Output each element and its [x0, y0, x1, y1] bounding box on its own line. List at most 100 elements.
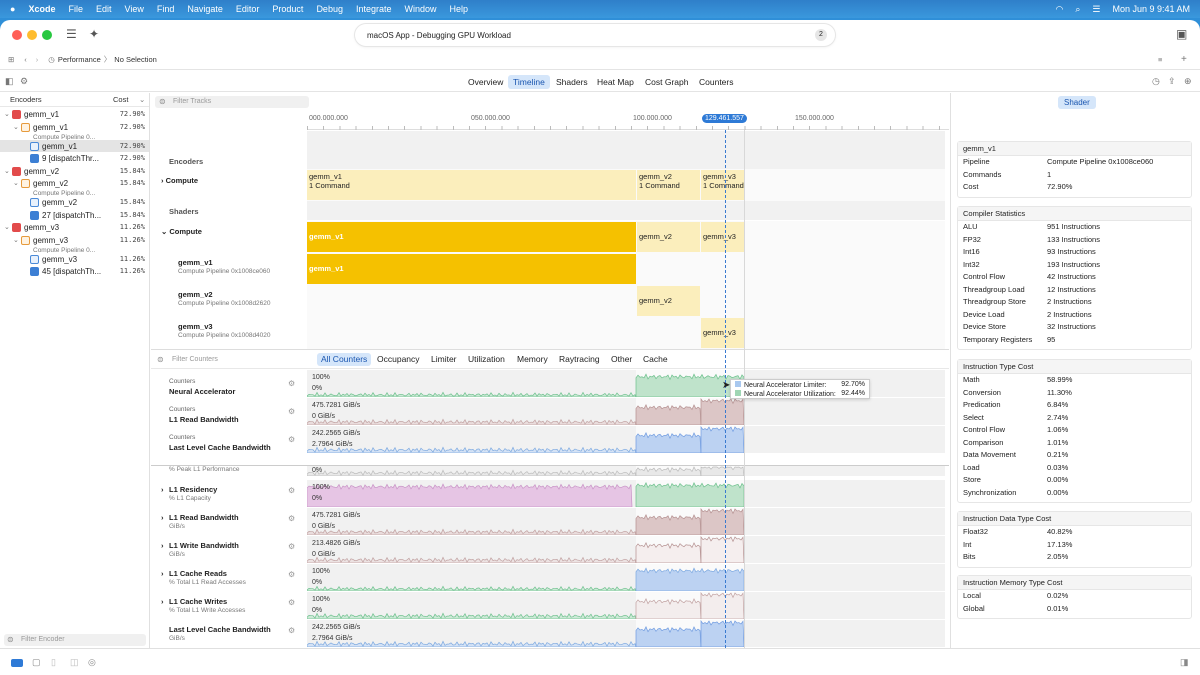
counter-graph[interactable] [307, 480, 945, 507]
breadcrumb-performance[interactable]: Performance [58, 55, 101, 64]
debug-area-toggle-icon[interactable] [11, 659, 23, 667]
filter-tracks-field[interactable]: ⊜ Filter Tracks [155, 96, 309, 108]
encoder-bar-gemm-v1[interactable]: gemm_v1 1 Command [307, 170, 636, 200]
encoder-tree-row[interactable]: ⌄ gemm_v2 Compute Pipeline 0... 15.84% [0, 177, 149, 196]
menubar-clock[interactable]: Mon Jun 9 9:41 AM [1112, 4, 1190, 14]
search-icon[interactable]: ⌕ [1075, 4, 1080, 15]
tab-timeline[interactable]: Timeline [508, 75, 550, 89]
col-cost[interactable]: Cost [113, 95, 128, 104]
navigator-toggle-icon[interactable]: ☰ [66, 27, 77, 41]
inspector-toggle-icon[interactable]: ▣ [1176, 27, 1187, 41]
disclosure-chevron-icon[interactable]: ⌄ [4, 167, 12, 175]
tab-shaders[interactable]: Shaders [551, 75, 593, 89]
counter-settings-icon[interactable]: ⚙ [288, 514, 295, 523]
counter-tab-cache[interactable]: Cache [639, 353, 672, 366]
counter-graph[interactable] [307, 536, 945, 563]
step-icon[interactable]: ◫ [70, 657, 79, 668]
counter-tab-all[interactable]: All Counters [317, 353, 372, 366]
breakpoint-icon[interactable]: ▢ [32, 657, 41, 668]
encoders-compute-label[interactable]: › Compute [161, 176, 198, 185]
counter-tab-raytracing[interactable]: Raytracing [555, 353, 604, 366]
shaders-compute-label[interactable]: ⌄ Compute [161, 227, 202, 236]
counter-settings-icon[interactable]: ⚙ [288, 542, 295, 551]
sort-chevron-icon[interactable]: ⌄ [139, 95, 145, 104]
counter-settings-icon[interactable]: ⚙ [288, 626, 295, 635]
counter-graph[interactable] [307, 592, 945, 619]
time-ruler[interactable]: 000.000.000 050.000.000 100.000.000 150.… [307, 113, 949, 130]
encoder-tree-row[interactable]: ⌄ gemm_v1 Compute Pipeline 0... 72.90% [0, 121, 149, 140]
shader-row-bar-gemm-v2[interactable]: gemm_v2 [637, 286, 700, 316]
menu-product[interactable]: Product [272, 4, 303, 14]
settings-icon[interactable]: ⚙ [20, 76, 28, 87]
gpu-capture-icon[interactable]: ◎ [88, 657, 96, 668]
counter-tab-memory[interactable]: Memory [513, 353, 552, 366]
add-icon[interactable]: + [1181, 54, 1187, 65]
shader-bar-gemm-v3[interactable]: gemm_v3 [701, 222, 744, 252]
encoder-tree-row[interactable]: ⌄ gemm_v2 15.84% [0, 165, 149, 177]
ai-assistant-icon[interactable]: ✦ [89, 27, 99, 41]
counter-settings-icon[interactable]: ⚙ [288, 570, 295, 579]
counter-graph[interactable] [307, 426, 945, 453]
timeline-cursor-line[interactable] [725, 130, 726, 668]
encoder-tree-row[interactable]: gemm_v1 72.90% [0, 139, 149, 152]
counter-tab-utilization[interactable]: Utilization [464, 353, 509, 366]
counter-row-chevron-icon[interactable]: › [161, 541, 164, 550]
tab-cost-graph[interactable]: Cost Graph [640, 75, 693, 89]
wifi-icon[interactable]: ◠ [1055, 4, 1063, 15]
encoder-bar-gemm-v2[interactable]: gemm_v2 1 Command [637, 170, 700, 200]
control-center-icon[interactable]: ☰ [1092, 4, 1100, 15]
counter-settings-icon[interactable]: ⚙ [288, 379, 295, 388]
counter-row-chevron-icon[interactable]: › [161, 485, 164, 494]
clock-icon[interactable]: ◷ [1152, 76, 1160, 87]
minimize-button[interactable] [27, 30, 37, 40]
menu-editor[interactable]: Editor [236, 4, 260, 14]
pause-icon[interactable]: ▯ [51, 657, 56, 668]
encoder-tree-row[interactable]: ⌄ gemm_v3 Compute Pipeline 0... 11.26% [0, 234, 149, 253]
disclosure-chevron-icon[interactable]: ⌄ [13, 236, 21, 244]
encoder-tree-row[interactable]: 27 [dispatchTh... 15.84% [0, 209, 149, 221]
breadcrumb-selection[interactable]: No Selection [114, 55, 157, 64]
tab-counters[interactable]: Counters [694, 75, 739, 89]
console-toggle-icon[interactable]: ◨ [1180, 657, 1189, 668]
close-button[interactable] [12, 30, 22, 40]
encoder-tree-row[interactable]: gemm_v2 15.84% [0, 196, 149, 208]
encoder-bar-gemm-v3[interactable]: gemm_v3 1 Command [701, 170, 744, 200]
counter-graph[interactable] [307, 398, 945, 425]
disclosure-chevron-icon[interactable]: ⌄ [13, 123, 21, 131]
encoder-tree-row[interactable]: 9 [dispatchThr... 72.90% [0, 152, 149, 164]
disclosure-chevron-icon[interactable]: ⌄ [4, 223, 12, 231]
menu-navigate[interactable]: Navigate [187, 4, 223, 14]
share-icon[interactable]: ⇪ [1168, 76, 1176, 87]
shader-row-bar-gemm-v1[interactable]: gemm_v1 [307, 254, 636, 284]
cursor-time-badge[interactable]: 129.461.557 [702, 114, 747, 123]
menu-view[interactable]: View [124, 4, 143, 14]
counter-settings-icon[interactable]: ⚙ [288, 435, 295, 444]
counter-row-chevron-icon[interactable]: › [161, 597, 164, 606]
counter-tab-limiter[interactable]: Limiter [427, 353, 461, 366]
zoom-button[interactable] [42, 30, 52, 40]
forward-icon[interactable]: › [36, 55, 39, 64]
counter-graph[interactable] [307, 564, 945, 591]
shader-bar-gemm-v1[interactable]: gemm_v1 [307, 222, 636, 252]
shader-track-gemm-v1[interactable]: gemm_v1 [307, 253, 945, 285]
counter-settings-icon[interactable]: ⚙ [288, 407, 295, 416]
menu-integrate[interactable]: Integrate [356, 4, 392, 14]
disclosure-chevron-icon[interactable]: ⌄ [4, 110, 12, 118]
menu-debug[interactable]: Debug [316, 4, 343, 14]
menu-help[interactable]: Help [450, 4, 469, 14]
encoder-tree-row[interactable]: gemm_v3 11.26% [0, 253, 149, 265]
shader-row-bar-gemm-v3[interactable]: gemm_v3 [701, 318, 744, 348]
list-icon[interactable]: ≡ [1158, 55, 1162, 64]
encoders-compute-track[interactable]: gemm_v1 1 Command gemm_v2 1 Command gemm_v… [307, 169, 945, 201]
encoder-tree-row[interactable]: ⌄ gemm_v3 11.26% [0, 221, 149, 233]
counter-settings-icon[interactable]: ⚙ [288, 486, 295, 495]
counter-graph[interactable] [307, 620, 945, 647]
grid-icon[interactable]: ⊞ [8, 55, 14, 64]
more-icon[interactable]: ⊕ [1184, 76, 1192, 87]
shader-bar-gemm-v2[interactable]: gemm_v2 [637, 222, 700, 252]
menu-window[interactable]: Window [405, 4, 437, 14]
counter-row-chevron-icon[interactable]: › [161, 513, 164, 522]
inspector-tab-shader[interactable]: Shader [1058, 96, 1096, 109]
tab-overview[interactable]: Overview [463, 75, 508, 89]
sidebar-icon[interactable]: ◧ [5, 76, 14, 87]
